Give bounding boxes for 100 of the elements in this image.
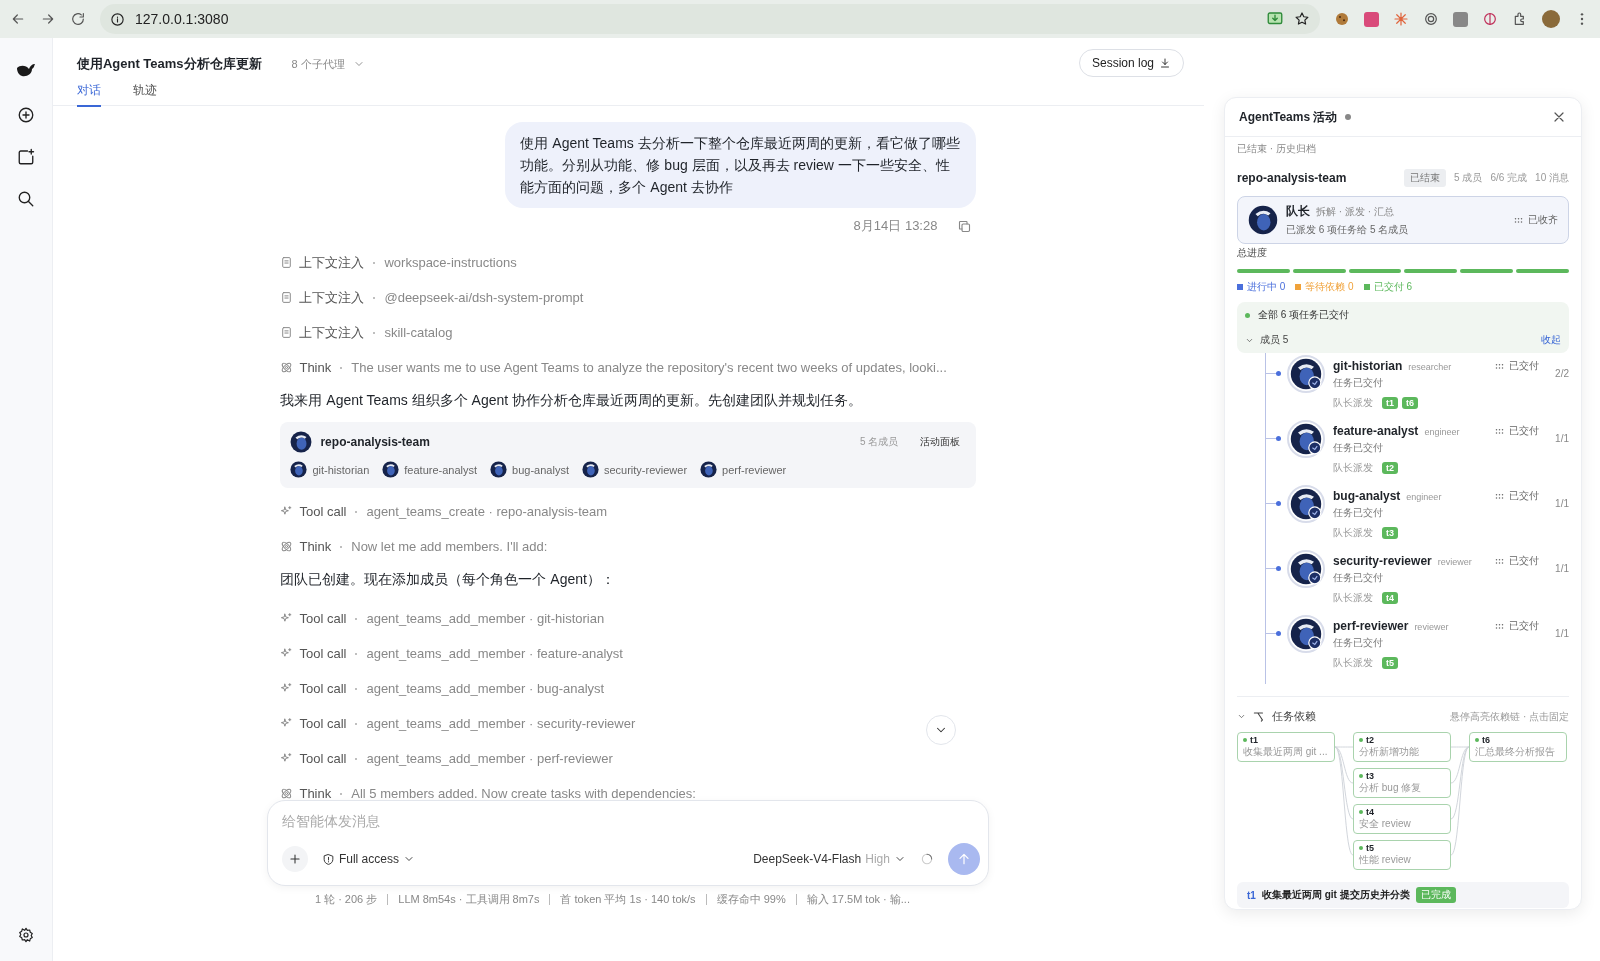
branch-icon: [1252, 709, 1266, 724]
status-badge: 已完成: [1415, 887, 1456, 903]
copy-icon[interactable]: [957, 218, 973, 234]
task-node[interactable]: t4 安全 review: [1353, 804, 1451, 834]
team-name: repo-analysis-team: [1237, 171, 1348, 185]
member-name: security-reviewer: [1333, 554, 1432, 568]
step-detail: workspace-instructions: [384, 255, 517, 270]
extension-icon[interactable]: [1453, 11, 1468, 27]
task-count: 1/1: [1554, 498, 1569, 509]
swirl-icon[interactable]: [1423, 11, 1439, 27]
task-tag: t1: [1382, 397, 1398, 409]
document-icon: [280, 256, 294, 269]
member-name: feature-analyst: [1333, 424, 1419, 438]
assigned-by: 队长派发: [1333, 656, 1373, 670]
task-node[interactable]: t3 分析 bug 修复: [1353, 768, 1451, 798]
assigned-by: 队长派发: [1333, 526, 1373, 540]
sparkle-icon: [280, 682, 294, 695]
task-tag: t4: [1382, 592, 1398, 604]
grid-dots-icon: [1494, 556, 1505, 566]
avatar: [700, 461, 718, 478]
settings-icon[interactable]: [17, 927, 34, 943]
session-log-button[interactable]: Session log: [1078, 49, 1184, 77]
message-input[interactable]: 给智能体发消息: [281, 813, 974, 829]
plus-icon: [287, 852, 302, 866]
collapse-link[interactable]: 收起: [1541, 333, 1561, 347]
add-button[interactable]: [281, 846, 308, 872]
step-detail: agent_teams_add_member · security-reviewer: [366, 716, 636, 731]
extension-icon[interactable]: [1364, 11, 1379, 27]
step-label: Tool call: [299, 611, 347, 626]
avatar: [1290, 423, 1322, 455]
info-icon: [110, 11, 125, 27]
profile-avatar[interactable]: [1542, 10, 1560, 28]
task-id: t5: [1366, 843, 1374, 853]
access-dropdown[interactable]: Full access: [321, 852, 415, 866]
assigned-by: 队长派发: [1333, 591, 1373, 605]
legend-label: 已交付 6: [1373, 280, 1413, 294]
task-node[interactable]: t5 性能 review: [1353, 840, 1451, 870]
grid-dots-icon: [1494, 361, 1505, 371]
folder-plus-icon[interactable]: [16, 148, 35, 166]
member-status: 已交付: [1509, 489, 1539, 503]
avatar: [290, 431, 313, 453]
team-stat: 5 成员: [1454, 171, 1483, 185]
stat-text: 首 token 平均 1s · 140 tok/s: [549, 894, 706, 905]
dependencies-toggle[interactable]: 任务依赖: [1237, 709, 1316, 724]
search-icon[interactable]: [16, 190, 35, 208]
activity-panel-link[interactable]: 活动面板: [920, 435, 961, 449]
task-node[interactable]: t2 分析新增功能: [1353, 732, 1451, 762]
member-name: bug-analyst: [1333, 489, 1401, 503]
task-node[interactable]: t6 汇总最终分析报告: [1469, 732, 1567, 762]
step-label: 上下文注入: [299, 323, 365, 342]
tab[interactable]: 对话: [76, 82, 101, 107]
avatar: [1290, 488, 1322, 520]
member-role: engineer: [1406, 492, 1442, 502]
assistant-message: 团队已创建。现在添加成员（每个角色一个 Agent）：: [280, 570, 616, 589]
subagents-dropdown[interactable]: 8 个子代理: [291, 56, 365, 72]
stat-text: 缓存命中 99%: [705, 894, 796, 905]
task-tag: t3: [1382, 527, 1398, 539]
leader-status: 已收齐: [1528, 213, 1558, 227]
stat-text: 输入 17.5M tok · 输...: [795, 894, 920, 905]
star-icon[interactable]: [1294, 11, 1310, 27]
member-status-text: 任务已交付: [1333, 506, 1384, 520]
address-bar[interactable]: 127.0.0.1:3080: [100, 4, 1320, 34]
grid-dots-icon: [1494, 491, 1505, 501]
stat-text: LLM 8m54s · 工具调用 8m7s: [387, 894, 550, 905]
task-count: 2/2: [1554, 368, 1569, 379]
sparkle-icon: [280, 612, 294, 625]
step-label: Think: [299, 786, 332, 801]
member-status: 已交付: [1509, 424, 1539, 438]
status-dot: [1345, 114, 1352, 120]
avatar: [382, 461, 400, 478]
forward-icon[interactable]: [40, 11, 56, 27]
task-node[interactable]: t1 收集最近两周 git ...: [1237, 732, 1335, 762]
sparkle-icon: [280, 647, 294, 660]
avatar: [581, 461, 599, 478]
assigned-by: 队长派发: [1333, 461, 1373, 475]
reload-icon[interactable]: [70, 11, 86, 27]
back-icon[interactable]: [10, 11, 26, 27]
leader-role: 拆解 · 派发 · 汇总: [1316, 205, 1394, 219]
model-dropdown[interactable]: DeepSeek-V4-Flash High: [753, 852, 906, 866]
asterisk-icon[interactable]: [1393, 11, 1409, 27]
sparkle-icon: [280, 717, 294, 730]
cookie-icon[interactable]: [1334, 11, 1350, 27]
member-status: 已交付: [1509, 619, 1539, 633]
target-icon[interactable]: [1482, 11, 1498, 27]
atom-icon: [280, 787, 294, 800]
step-detail: All 5 members added. Now create tasks with dependencies:: [351, 786, 696, 801]
new-chat-icon[interactable]: [16, 106, 35, 124]
member-name: bug-analyst: [512, 463, 569, 476]
step-label: Tool call: [299, 751, 347, 766]
shield-icon: [321, 852, 335, 866]
tab[interactable]: 轨迹: [132, 82, 157, 107]
status-badge: 已结束: [1404, 169, 1447, 187]
sparkle-icon: [280, 752, 294, 765]
step-detail: The user wants me to use Agent Teams to analyze the repository's recent two weeks of updates, looki...: [351, 360, 947, 375]
avatar: [1248, 205, 1278, 235]
step-detail: agent_teams_add_member · feature-analyst: [366, 646, 623, 661]
members-toggle[interactable]: 成员 5: [1245, 333, 1289, 347]
step-label: Tool call: [299, 716, 347, 731]
step-detail: agent_teams_create · repo-analysis-team: [366, 504, 608, 519]
step-detail: agent_teams_add_member · bug-analyst: [366, 681, 605, 696]
